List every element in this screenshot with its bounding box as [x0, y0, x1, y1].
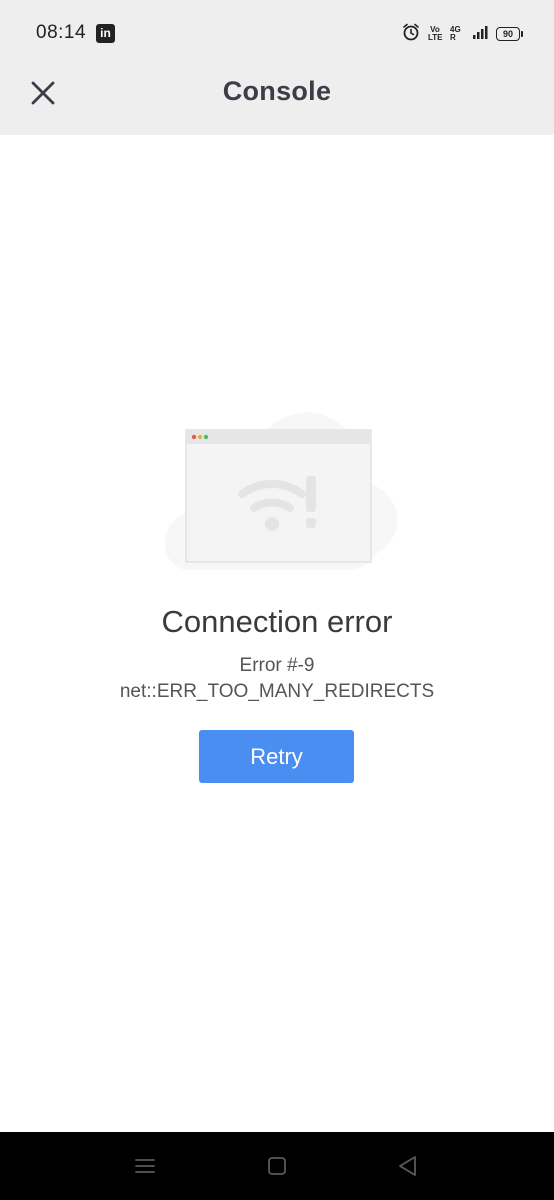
volte-indicator: Vo LTE — [428, 25, 443, 42]
app-bar: Console — [0, 68, 554, 135]
home-icon — [268, 1157, 286, 1175]
linkedin-icon: in — [96, 24, 115, 43]
nav-home-button[interactable] — [263, 1152, 291, 1180]
network-type-indicator: 4G R — [450, 25, 461, 42]
system-nav-bar — [0, 1132, 554, 1200]
no-connection-browser-illustration — [160, 404, 404, 572]
alarm-icon — [402, 23, 420, 46]
error-title: Connection error — [161, 604, 393, 639]
error-code: Error #-9 — [239, 655, 315, 676]
error-message: net::ERR_TOO_MANY_REDIRECTS — [119, 681, 435, 702]
status-bar: 08:14 in Vo LTE 4G R 90 — [0, 0, 554, 68]
retry-button[interactable]: Retry — [199, 730, 354, 783]
nav-back-button[interactable] — [394, 1152, 422, 1180]
back-icon — [399, 1156, 416, 1176]
status-indicators: Vo LTE 4G R 90 — [402, 23, 523, 46]
menu-icon — [135, 1159, 155, 1173]
battery-icon: 90 — [496, 27, 523, 41]
status-time: 08:14 — [36, 22, 87, 43]
page-title: Console — [222, 76, 332, 106]
nav-menu-button[interactable] — [131, 1152, 159, 1180]
signal-icon — [472, 24, 488, 45]
